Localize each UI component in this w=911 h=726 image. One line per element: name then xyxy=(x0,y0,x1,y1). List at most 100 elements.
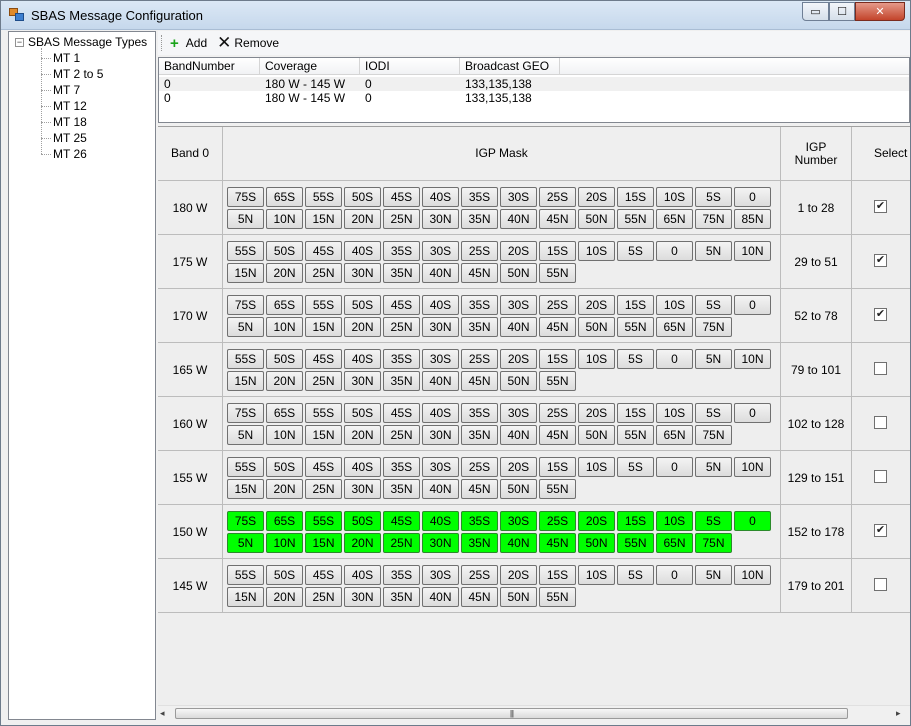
mask-button[interactable]: 10S xyxy=(578,349,615,369)
mask-button[interactable]: 25N xyxy=(383,533,420,553)
close-button[interactable]: ✕ xyxy=(855,2,905,21)
select-checkbox[interactable]: ✔ xyxy=(874,254,887,267)
mask-button[interactable]: 20S xyxy=(578,403,615,423)
mask-button[interactable]: 45N xyxy=(539,533,576,553)
mask-button[interactable]: 45S xyxy=(383,187,420,207)
mask-button[interactable]: 40S xyxy=(422,403,459,423)
mask-button[interactable]: 45S xyxy=(383,403,420,423)
mask-button[interactable]: 5N xyxy=(227,533,264,553)
mask-button[interactable]: 40N xyxy=(422,587,459,607)
mask-button[interactable]: 25N xyxy=(383,317,420,337)
scroll-thumb[interactable]: ||| xyxy=(175,708,848,719)
tree-root[interactable]: − SBAS Message Types xyxy=(15,35,147,49)
mask-button[interactable]: 20N xyxy=(344,425,381,445)
mask-button[interactable]: 20N xyxy=(266,479,303,499)
tree-item[interactable]: MT 2 to 5 xyxy=(41,66,103,82)
mask-button[interactable]: 30N xyxy=(422,317,459,337)
mask-button[interactable]: 20S xyxy=(500,457,537,477)
mask-button[interactable]: 35N xyxy=(461,425,498,445)
mask-button[interactable]: 45S xyxy=(305,349,342,369)
tree-item[interactable]: MT 25 xyxy=(41,130,87,146)
mask-button[interactable]: 40S xyxy=(422,511,459,531)
mask-button[interactable]: 45S xyxy=(305,565,342,585)
mask-button[interactable]: 20N xyxy=(344,533,381,553)
list-column-header[interactable]: BandNumber xyxy=(159,58,260,75)
mask-button[interactable]: 50N xyxy=(500,371,537,391)
mask-button[interactable]: 50N xyxy=(500,479,537,499)
mask-button[interactable]: 10S xyxy=(578,241,615,261)
mask-button[interactable]: 10N xyxy=(266,425,303,445)
list-row[interactable]: 0 180 W - 145 W 0 133,135,138 xyxy=(159,77,909,91)
mask-button[interactable]: 35S xyxy=(461,511,498,531)
mask-button[interactable]: 75N xyxy=(695,533,732,553)
mask-button[interactable]: 35S xyxy=(383,565,420,585)
mask-button[interactable]: 15S xyxy=(617,295,654,315)
maximize-button[interactable]: ☐ xyxy=(829,2,855,21)
mask-button[interactable]: 35S xyxy=(461,295,498,315)
mask-button[interactable]: 15N xyxy=(305,209,342,229)
mask-button[interactable]: 5N xyxy=(695,349,732,369)
mask-button[interactable]: 20N xyxy=(266,263,303,283)
select-checkbox[interactable] xyxy=(874,416,887,429)
mask-button[interactable]: 55S xyxy=(305,187,342,207)
mask-button[interactable]: 30N xyxy=(344,371,381,391)
mask-button[interactable]: 15N xyxy=(305,317,342,337)
mask-button[interactable]: 40N xyxy=(422,479,459,499)
mask-button[interactable]: 25N xyxy=(305,263,342,283)
mask-button[interactable]: 45N xyxy=(539,317,576,337)
mask-button[interactable]: 30N xyxy=(422,209,459,229)
mask-button[interactable]: 35N xyxy=(383,371,420,391)
mask-button[interactable]: 35N xyxy=(461,317,498,337)
mask-button[interactable]: 20N xyxy=(344,317,381,337)
remove-button[interactable]: ✕ Remove xyxy=(217,33,279,53)
mask-button[interactable]: 20S xyxy=(578,511,615,531)
mask-button[interactable]: 50S xyxy=(266,565,303,585)
mask-button[interactable]: 75N xyxy=(695,425,732,445)
mask-button[interactable]: 20S xyxy=(500,349,537,369)
mask-button[interactable]: 15N xyxy=(305,425,342,445)
mask-button[interactable]: 5S xyxy=(617,349,654,369)
mask-button[interactable]: 20S xyxy=(578,187,615,207)
mask-button[interactable]: 50N xyxy=(578,317,615,337)
mask-button[interactable]: 75S xyxy=(227,187,264,207)
mask-button[interactable]: 40S xyxy=(344,457,381,477)
mask-button[interactable]: 75S xyxy=(227,511,264,531)
mask-button[interactable]: 25S xyxy=(539,295,576,315)
mask-button[interactable]: 25S xyxy=(461,349,498,369)
mask-button[interactable]: 55N xyxy=(539,371,576,391)
mask-button[interactable]: 35S xyxy=(383,241,420,261)
mask-button[interactable]: 45N xyxy=(461,479,498,499)
mask-button[interactable]: 5S xyxy=(617,457,654,477)
list-column-header[interactable]: IODI xyxy=(360,58,460,75)
mask-button[interactable]: 10S xyxy=(656,295,693,315)
mask-button[interactable]: 40S xyxy=(422,295,459,315)
mask-button[interactable]: 50S xyxy=(266,241,303,261)
mask-button[interactable]: 10N xyxy=(734,241,771,261)
add-button[interactable]: + Add xyxy=(170,35,207,52)
mask-button[interactable]: 10N xyxy=(734,349,771,369)
mask-button[interactable]: 25N xyxy=(305,587,342,607)
list-column-header[interactable]: Coverage xyxy=(260,58,360,75)
mask-button[interactable]: 0 xyxy=(656,457,693,477)
mask-button[interactable]: 35S xyxy=(383,349,420,369)
mask-button[interactable]: 35S xyxy=(461,403,498,423)
mask-button[interactable]: 5N xyxy=(695,565,732,585)
mask-button[interactable]: 15N xyxy=(227,263,264,283)
title-bar[interactable]: SBAS Message Configuration ▭ ☐ ✕ xyxy=(1,1,910,30)
mask-button[interactable]: 55N xyxy=(539,587,576,607)
mask-button[interactable]: 25S xyxy=(461,241,498,261)
mask-button[interactable]: 55N xyxy=(617,425,654,445)
mask-button[interactable]: 45S xyxy=(383,295,420,315)
mask-button[interactable]: 15S xyxy=(539,349,576,369)
mask-button[interactable]: 5S xyxy=(617,565,654,585)
mask-button[interactable]: 30S xyxy=(422,349,459,369)
mask-button[interactable]: 5S xyxy=(695,511,732,531)
mask-button[interactable]: 45S xyxy=(305,457,342,477)
mask-button[interactable]: 10N xyxy=(266,533,303,553)
horizontal-scrollbar[interactable]: ◂ ||| ▸ xyxy=(158,705,910,720)
mask-button[interactable]: 45N xyxy=(539,209,576,229)
mask-button[interactable]: 25N xyxy=(305,479,342,499)
mask-button[interactable]: 15N xyxy=(305,533,342,553)
mask-button[interactable]: 0 xyxy=(656,349,693,369)
mask-button[interactable]: 25S xyxy=(461,565,498,585)
